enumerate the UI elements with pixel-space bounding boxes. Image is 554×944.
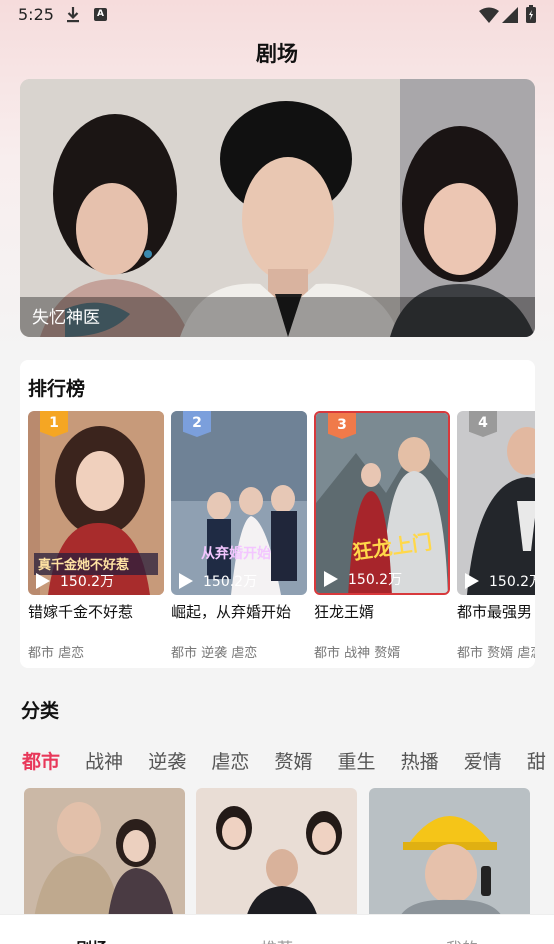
drama-tags: 都市 战神 赘婿 (314, 646, 401, 661)
ranking-card: 排行榜 真千金她不好惹 1 150.2万 错嫁千金不好惹 都市 虐恋 从弃婚开始… (20, 360, 535, 668)
ranking-poster[interactable]: 狂龙上门 3 150.2万 (314, 411, 450, 595)
play-count: 150.2万 (203, 574, 258, 590)
category-thumbnail[interactable] (24, 788, 185, 918)
tab-nuelian[interactable]: 虐恋 (211, 747, 249, 774)
play-icon (179, 573, 193, 589)
download-icon (67, 7, 79, 23)
tab-rebo[interactable]: 热播 (401, 747, 439, 774)
signal-icon (502, 7, 518, 23)
ranking-item-3[interactable]: 狂龙上门 3 150.2万 狂龙王婿 都市 战神 赘婿 (314, 411, 450, 661)
ranking-poster[interactable]: 真千金她不好惹 1 150.2万 (28, 411, 164, 595)
ranking-poster[interactable]: 从弃婚开始 2 150.2万 (171, 411, 307, 595)
thumbnail-image (24, 788, 185, 918)
ranking-item-2[interactable]: 从弃婚开始 2 150.2万 崛起，从弃婚开始 都市 逆袭 虐恋 (171, 411, 307, 661)
play-icon (324, 571, 338, 587)
rank-badge: 2 (183, 411, 211, 437)
play-count: 150.2万 (348, 572, 403, 588)
tab-aiqing[interactable]: 爱情 (464, 747, 502, 774)
ranking-item-1[interactable]: 真千金她不好惹 1 150.2万 错嫁千金不好惹 都市 虐恋 (28, 411, 164, 661)
tab-nixi[interactable]: 逆袭 (148, 747, 186, 774)
category-title: 分类 (21, 700, 60, 722)
poster-image (171, 411, 307, 595)
banner-caption: 失忆神医 (32, 308, 100, 328)
drama-name[interactable]: 狂龙王婿 (314, 601, 450, 622)
status-bar: 5:25 A (0, 0, 554, 32)
category-thumbnail[interactable] (369, 788, 530, 918)
play-count: 150.2万 (60, 574, 115, 590)
poster-image (316, 413, 448, 593)
rank-badge: 4 (469, 411, 497, 437)
play-icon (465, 573, 479, 589)
featured-banner[interactable]: 失忆神医 (20, 79, 535, 337)
poster-title: 从弃婚开始 (201, 546, 271, 562)
rank-badge: 1 (40, 411, 68, 437)
bottom-nav: 剧场 推荐 我的 (0, 914, 554, 944)
category-thumbnail[interactable] (196, 788, 357, 918)
wifi-icon (479, 7, 499, 23)
ranking-title: 排行榜 (28, 378, 86, 400)
drama-name[interactable]: 崛起，从弃婚开始 (171, 601, 307, 622)
nav-mine[interactable]: 我的 (412, 935, 512, 944)
drama-name[interactable]: 错嫁千金不好惹 (28, 601, 164, 622)
drama-name[interactable]: 都市最强男 (457, 601, 535, 622)
ranking-item-4[interactable]: 4 150.2万 都市最强男 都市 赘婿 虐恋 (457, 411, 535, 661)
status-time: 5:25 (18, 5, 54, 24)
tab-chongsheng[interactable]: 重生 (338, 747, 376, 774)
tab-tian[interactable]: 甜 (527, 747, 546, 774)
drama-tags: 都市 虐恋 (28, 646, 85, 661)
poster-image (457, 411, 535, 595)
nav-theater[interactable]: 剧场 (42, 935, 142, 944)
page-title: 剧场 (256, 42, 298, 66)
category-tabs: 都市 战神 逆袭 虐恋 赘婿 重生 热播 爱情 甜 (22, 747, 554, 775)
tab-dushi[interactable]: 都市 (22, 747, 60, 774)
thumbnail-image (196, 788, 357, 918)
thumbnail-image (369, 788, 530, 918)
tab-zhuixu[interactable]: 赘婿 (274, 747, 312, 774)
a-icon: A (94, 8, 107, 21)
rank-badge: 3 (328, 413, 356, 439)
battery-icon (526, 5, 536, 23)
ranking-poster[interactable]: 4 150.2万 (457, 411, 535, 595)
tab-zhanshen[interactable]: 战神 (85, 747, 123, 774)
nav-recommend[interactable]: 推荐 (227, 935, 327, 944)
drama-tags: 都市 赘婿 虐恋 (457, 646, 535, 661)
drama-tags: 都市 逆袭 虐恋 (171, 646, 258, 661)
play-icon (36, 573, 50, 589)
play-count: 150.2万 (489, 574, 535, 590)
